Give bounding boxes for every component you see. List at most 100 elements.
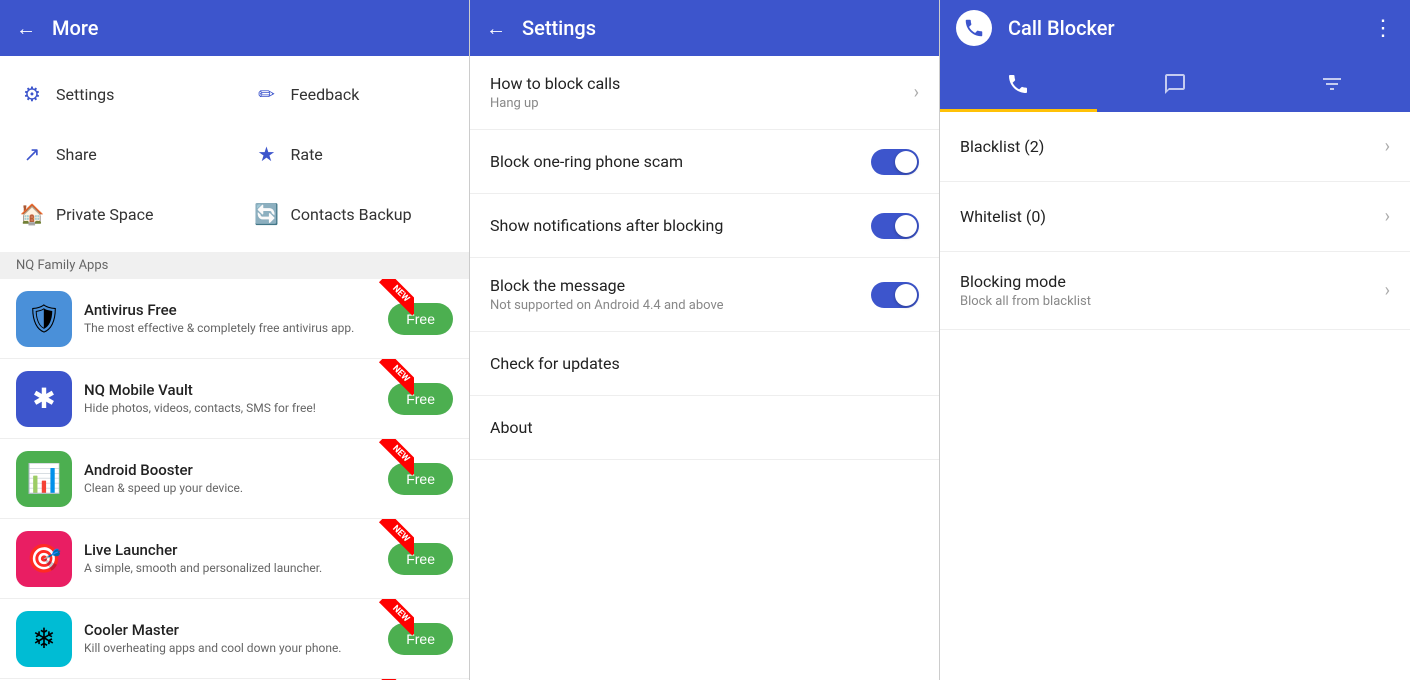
- app-item-nqvault[interactable]: ✱ NQ Mobile Vault Hide photos, videos, c…: [0, 359, 469, 439]
- booster-name: Android Booster: [84, 461, 376, 479]
- call-blocker-more-button[interactable]: ⋮: [1372, 16, 1394, 41]
- calls-tab-icon: [1006, 72, 1030, 96]
- app-item-cooler[interactable]: ❄ Cooler Master Kill overheating apps an…: [0, 599, 469, 679]
- cooler-name: Cooler Master: [84, 621, 376, 639]
- blocker-item-blacklist[interactable]: Blacklist (2) ›: [940, 112, 1410, 182]
- how-to-block-sub: Hang up: [490, 96, 914, 111]
- blocker-item-blocking-mode[interactable]: Blocking mode Block all from blacklist ›: [940, 252, 1410, 330]
- feedback-label: Feedback: [291, 85, 360, 104]
- blocker-list: Blacklist (2) › Whitelist (0) › Blocking…: [940, 112, 1410, 680]
- launcher-name: Live Launcher: [84, 541, 376, 559]
- show-notifications-toggle[interactable]: [871, 213, 919, 239]
- feedback-icon: ✏: [255, 82, 279, 106]
- menu-item-settings[interactable]: ⚙ Settings: [0, 64, 235, 124]
- settings-how-to-block[interactable]: How to block calls Hang up ›: [470, 56, 939, 130]
- block-one-ring-toggle[interactable]: [871, 149, 919, 175]
- contacts-backup-icon: 🔄: [255, 202, 279, 226]
- share-icon: ↗: [20, 142, 44, 166]
- menu-item-contacts-backup[interactable]: 🔄 Contacts Backup: [235, 184, 470, 244]
- booster-info: Android Booster Clean & speed up your de…: [84, 461, 376, 497]
- launcher-new-badge: [374, 519, 414, 559]
- contacts-backup-label: Contacts Backup: [291, 205, 412, 224]
- panel-call-blocker: Call Blocker ⋮ Blacklist (2) ›: [940, 0, 1410, 680]
- whitelist-chevron: ›: [1385, 206, 1390, 227]
- call-blocker-logo: [956, 10, 992, 46]
- nq-family-section-label: NQ Family Apps: [0, 252, 469, 279]
- blacklist-chevron: ›: [1385, 136, 1390, 157]
- rate-label: Rate: [291, 145, 323, 164]
- panel-settings: ← Settings How to block calls Hang up › …: [470, 0, 940, 680]
- check-updates-title: Check for updates: [490, 354, 919, 373]
- menu-item-share[interactable]: ↗ Share: [0, 124, 235, 184]
- cooler-desc: Kill overheating apps and cool down your…: [84, 641, 376, 657]
- app-item-launcher[interactable]: 🎯 Live Launcher A simple, smooth and per…: [0, 519, 469, 599]
- how-to-block-title: How to block calls: [490, 74, 914, 93]
- settings-header: ← Settings: [470, 0, 939, 56]
- blocking-mode-title: Blocking mode: [960, 272, 1385, 291]
- settings-block-message[interactable]: Block the message Not supported on Andro…: [470, 258, 939, 332]
- whitelist-title: Whitelist (0): [960, 207, 1385, 226]
- call-blocker-tabs: [940, 56, 1410, 112]
- cooler-new-badge: [374, 599, 414, 639]
- antivirus-desc: The most effective & completely free ant…: [84, 321, 376, 337]
- more-header: ← More: [0, 0, 469, 56]
- settings-label: Settings: [56, 85, 114, 104]
- more-title: More: [52, 16, 453, 40]
- launcher-desc: A simple, smooth and personalized launch…: [84, 561, 376, 577]
- apps-list: 🛡 Antivirus Free The most effective & co…: [0, 279, 469, 680]
- nqvault-desc: Hide photos, videos, contacts, SMS for f…: [84, 401, 376, 417]
- panel-more: ← More ⚙ Settings ✏ Feedback ↗ Share ★ R…: [0, 0, 470, 680]
- settings-about[interactable]: About: [470, 396, 939, 460]
- more-back-button[interactable]: ←: [16, 16, 36, 41]
- app-item-antivirus[interactable]: 🛡 Antivirus Free The most effective & co…: [0, 279, 469, 359]
- menu-item-rate[interactable]: ★ Rate: [235, 124, 470, 184]
- launcher-icon: 🎯: [16, 531, 72, 587]
- settings-title: Settings: [522, 16, 923, 40]
- booster-desc: Clean & speed up your device.: [84, 481, 376, 497]
- antivirus-name: Antivirus Free: [84, 301, 376, 319]
- block-message-title: Block the message: [490, 276, 871, 295]
- cooler-icon: ❄: [16, 611, 72, 667]
- block-message-toggle[interactable]: [871, 282, 919, 308]
- cooler-info: Cooler Master Kill overheating apps and …: [84, 621, 376, 657]
- antivirus-icon: 🛡: [16, 291, 72, 347]
- booster-new-badge: [374, 439, 414, 479]
- nqvault-new-badge: [374, 359, 414, 399]
- settings-list: How to block calls Hang up › Block one-r…: [470, 56, 939, 680]
- settings-check-updates[interactable]: Check for updates: [470, 332, 939, 396]
- settings-back-button[interactable]: ←: [486, 16, 506, 41]
- call-blocker-logo-icon: [963, 17, 985, 39]
- share-label: Share: [56, 145, 97, 164]
- menu-item-feedback[interactable]: ✏ Feedback: [235, 64, 470, 124]
- nqvault-name: NQ Mobile Vault: [84, 381, 376, 399]
- filter-tab-icon: [1320, 72, 1344, 96]
- antivirus-new-badge: [374, 279, 414, 319]
- antivirus-info: Antivirus Free The most effective & comp…: [84, 301, 376, 337]
- settings-show-notifications[interactable]: Show notifications after blocking: [470, 194, 939, 258]
- about-title: About: [490, 418, 919, 437]
- more-menu-grid: ⚙ Settings ✏ Feedback ↗ Share ★ Rate 🏠 P…: [0, 56, 469, 252]
- booster-icon: 📊: [16, 451, 72, 507]
- show-notifications-title: Show notifications after blocking: [490, 216, 871, 235]
- blacklist-title: Blacklist (2): [960, 137, 1385, 156]
- tab-messages[interactable]: [1097, 56, 1254, 112]
- rate-icon: ★: [255, 142, 279, 166]
- launcher-info: Live Launcher A simple, smooth and perso…: [84, 541, 376, 577]
- menu-item-private-space[interactable]: 🏠 Private Space: [0, 184, 235, 244]
- private-space-label: Private Space: [56, 205, 153, 224]
- call-blocker-header: Call Blocker ⋮: [940, 0, 1410, 56]
- settings-icon: ⚙: [20, 82, 44, 106]
- nqvault-icon: ✱: [16, 371, 72, 427]
- blocker-item-whitelist[interactable]: Whitelist (0) ›: [940, 182, 1410, 252]
- settings-block-one-ring[interactable]: Block one-ring phone scam: [470, 130, 939, 194]
- blocking-mode-chevron: ›: [1385, 280, 1390, 301]
- tab-calls[interactable]: [940, 56, 1097, 112]
- app-item-booster[interactable]: 📊 Android Booster Clean & speed up your …: [0, 439, 469, 519]
- messages-tab-icon: [1163, 72, 1187, 96]
- private-space-icon: 🏠: [20, 202, 44, 226]
- tab-filter[interactable]: [1253, 56, 1410, 112]
- blocking-mode-sub: Block all from blacklist: [960, 294, 1385, 309]
- nqvault-info: NQ Mobile Vault Hide photos, videos, con…: [84, 381, 376, 417]
- call-blocker-title: Call Blocker: [1008, 16, 1356, 40]
- block-message-sub: Not supported on Android 4.4 and above: [490, 298, 871, 313]
